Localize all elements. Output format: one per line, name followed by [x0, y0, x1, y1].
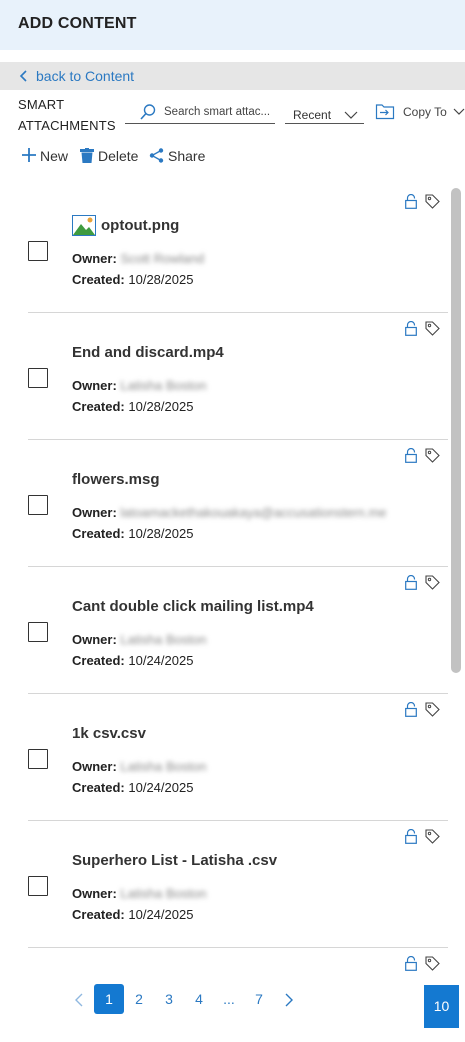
share-button[interactable]: Share [149, 146, 209, 166]
copy-to-label: Copy To [403, 105, 447, 119]
owner-row: Owner: Latisha Boston [72, 886, 207, 901]
delete-button[interactable]: Delete [80, 146, 142, 166]
select-checkbox[interactable] [28, 495, 48, 515]
tag-icon[interactable] [425, 702, 440, 717]
created-row: Created: 10/24/2025 [72, 907, 194, 922]
owner-row: Owner: Scott Rowland [72, 251, 205, 266]
tag-icon[interactable] [425, 321, 440, 336]
next-page-icon[interactable] [283, 992, 295, 1008]
lock-icon[interactable] [405, 575, 417, 590]
created-value: 10/24/2025 [128, 907, 194, 922]
previous-page-icon[interactable] [73, 992, 85, 1008]
page-3-button[interactable]: 3 [160, 984, 178, 1014]
owner-value: Latisha Boston [120, 378, 207, 393]
select-checkbox[interactable] [28, 749, 48, 769]
lock-icon[interactable] [405, 194, 417, 209]
owner-row: Owner: Latisha Boston [72, 378, 207, 393]
lock-icon[interactable] [405, 321, 417, 336]
sort-selected-value: Recent [293, 108, 332, 122]
image-file-icon [72, 215, 96, 236]
share-label: Share [168, 148, 206, 164]
pagination: 1 2 3 4 ... 7 [0, 984, 465, 1016]
tag-icon[interactable] [425, 575, 440, 590]
new-label: New [40, 148, 69, 164]
created-value: 10/28/2025 [128, 399, 194, 414]
page-2-button[interactable]: 2 [130, 984, 148, 1014]
attachment-name[interactable]: flowers.msg [72, 471, 160, 488]
select-checkbox[interactable] [28, 876, 48, 896]
created-row: Created: 10/24/2025 [72, 653, 194, 668]
owner-row: Owner: Latisha Boston [72, 759, 207, 774]
created-value: 10/24/2025 [128, 653, 194, 668]
attachment-name[interactable]: 1k csv.csv [72, 725, 146, 742]
attachment-card-partial [28, 948, 448, 974]
trash-icon [80, 148, 94, 163]
page-7-button[interactable]: 7 [250, 984, 268, 1014]
owner-row: Owner: latoamackethakouakaya@accusations… [72, 505, 387, 520]
page-ellipsis: ... [223, 991, 235, 1007]
tag-icon[interactable] [425, 956, 440, 971]
page-4-button[interactable]: 4 [190, 984, 208, 1014]
lock-icon[interactable] [405, 702, 417, 717]
owner-value: Scott Rowland [120, 251, 205, 266]
lock-icon[interactable] [405, 956, 417, 971]
attachment-name[interactable]: Superhero List - Latisha .csv [72, 852, 277, 869]
owner-value: Latisha Boston [120, 886, 207, 901]
lock-icon[interactable] [405, 829, 417, 844]
attachment-card: optout.png Owner: Scott Rowland Created:… [28, 186, 448, 313]
attachment-card: Cant double click mailing list.mp4 Owner… [28, 567, 448, 694]
owner-row: Owner: Latisha Boston [72, 632, 207, 647]
select-checkbox[interactable] [28, 622, 48, 642]
back-to-content-link[interactable]: back to Content [0, 62, 465, 90]
tag-icon[interactable] [425, 829, 440, 844]
page-size-button[interactable]: 10 [424, 985, 459, 1028]
panel-title: ADD CONTENT [18, 15, 137, 32]
search-input[interactable] [164, 103, 274, 120]
panel-header: ADD CONTENT [0, 0, 465, 50]
attachment-name[interactable]: optout.png [101, 217, 179, 234]
select-checkbox[interactable] [28, 241, 48, 261]
tag-icon[interactable] [425, 448, 440, 463]
created-row: Created: 10/28/2025 [72, 399, 194, 414]
attachment-name[interactable]: End and discard.mp4 [72, 344, 224, 361]
owner-value: Latisha Boston [120, 759, 207, 774]
attachment-list: optout.png Owner: Scott Rowland Created:… [0, 186, 450, 974]
created-row: Created: 10/28/2025 [72, 526, 194, 541]
tag-icon[interactable] [425, 194, 440, 209]
delete-label: Delete [98, 148, 139, 164]
back-link-label: back to Content [36, 68, 135, 84]
chevron-left-icon [19, 70, 27, 82]
owner-value: latoamackethakouakaya@accusationstern.me [120, 505, 387, 520]
created-value: 10/28/2025 [128, 526, 194, 541]
select-checkbox[interactable] [28, 368, 48, 388]
created-row: Created: 10/28/2025 [72, 272, 194, 287]
page-1-button[interactable]: 1 [94, 984, 124, 1014]
attachment-card: 1k csv.csv Owner: Latisha Boston Created… [28, 694, 448, 821]
attachment-card: Superhero List - Latisha .csv Owner: Lat… [28, 821, 448, 948]
section-title: SMART ATTACHMENTS [18, 97, 116, 133]
search-icon [140, 104, 156, 120]
created-value: 10/24/2025 [128, 780, 194, 795]
owner-value: Latisha Boston [120, 632, 207, 647]
search-box[interactable] [125, 99, 275, 124]
share-icon [149, 148, 164, 163]
chevron-down-icon [344, 111, 358, 119]
copy-to-folder-icon [375, 104, 395, 120]
sort-dropdown[interactable]: Recent [285, 104, 364, 124]
chevron-down-icon [453, 108, 465, 115]
attachment-card: flowers.msg Owner: latoamackethakouakaya… [28, 440, 448, 567]
new-button[interactable]: New [22, 146, 72, 166]
copy-to-button[interactable]: Copy To [375, 102, 465, 122]
lock-icon[interactable] [405, 448, 417, 463]
created-row: Created: 10/24/2025 [72, 780, 194, 795]
attachment-card: End and discard.mp4 Owner: Latisha Bosto… [28, 313, 448, 440]
attachment-name[interactable]: Cant double click mailing list.mp4 [72, 598, 314, 615]
plus-icon [22, 148, 36, 162]
scrollbar-thumb[interactable] [451, 188, 461, 673]
created-value: 10/28/2025 [128, 272, 194, 287]
